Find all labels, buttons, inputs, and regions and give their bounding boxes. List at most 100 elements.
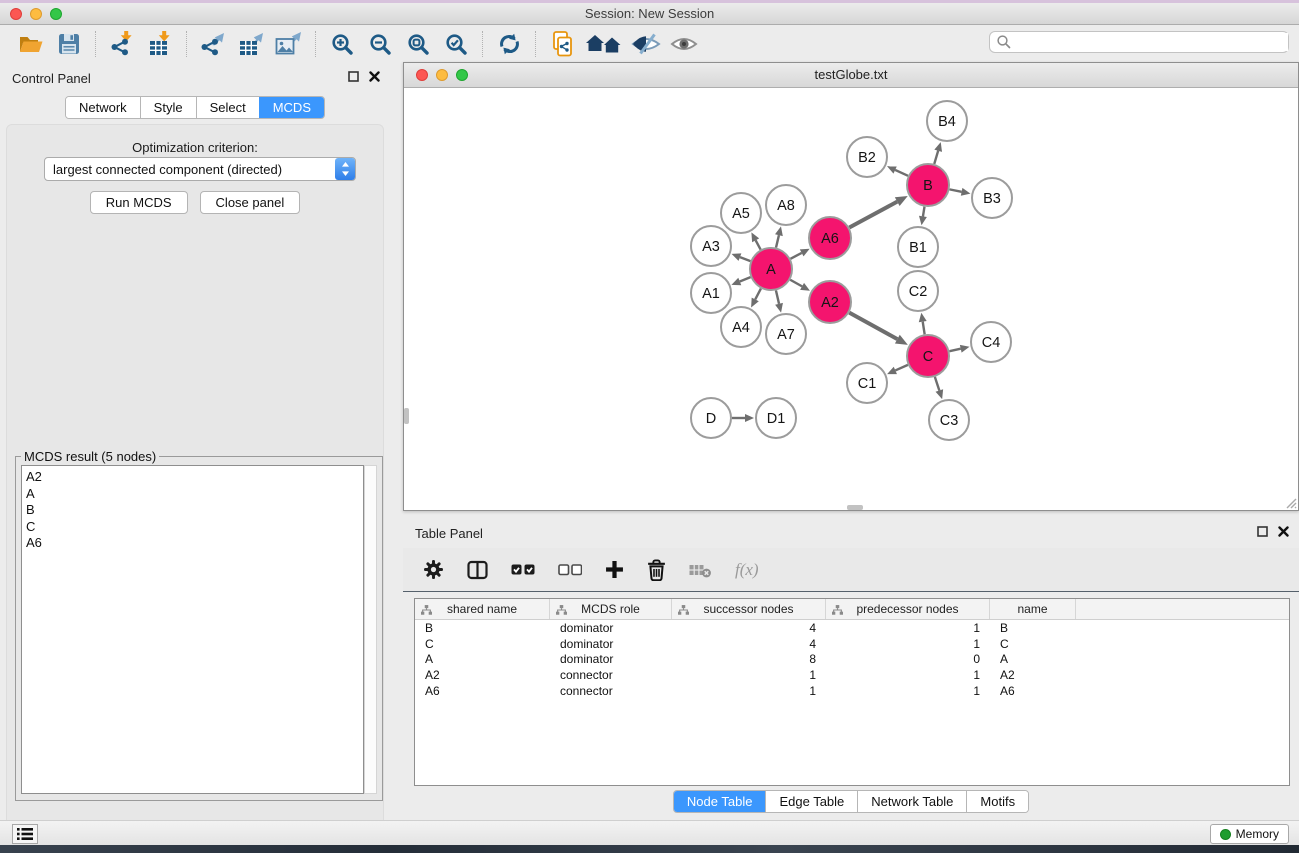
graph-node-A4[interactable]: A4 [721, 307, 761, 347]
close-panel-icon[interactable] [369, 71, 380, 82]
graph-edge-A-A8[interactable] [776, 235, 779, 247]
mcds-result-list[interactable]: A2ABCA6 [21, 465, 364, 794]
table-cell[interactable]: 1 [826, 668, 990, 682]
table-cell[interactable]: B [415, 621, 550, 635]
table-cell[interactable]: A6 [990, 684, 1076, 698]
table-cell[interactable]: dominator [550, 637, 672, 651]
table-cell[interactable]: C [990, 637, 1076, 651]
search-input[interactable] [1012, 33, 1288, 51]
tab-network[interactable]: Network [66, 97, 140, 118]
table-cell[interactable]: 1 [672, 684, 826, 698]
import-table-button[interactable] [143, 29, 177, 59]
float-panel-icon[interactable] [348, 71, 359, 82]
memory-button[interactable]: Memory [1210, 824, 1289, 844]
column-header-predecessor-nodes[interactable]: predecessor nodes [826, 599, 990, 619]
select-all-columns-button[interactable] [511, 564, 535, 576]
graph-edge-A6-B[interactable] [849, 202, 897, 228]
table-tab-motifs[interactable]: Motifs [966, 791, 1028, 812]
graph-node-D[interactable]: D [691, 398, 731, 438]
export-table-button[interactable] [234, 29, 268, 59]
graph-node-C2[interactable]: C2 [898, 271, 938, 311]
table-cell[interactable]: B [990, 621, 1076, 635]
graph-edge-B-B4[interactable] [934, 151, 938, 164]
show-all-button[interactable] [667, 29, 701, 59]
graph-node-A3[interactable]: A3 [691, 226, 731, 266]
graph-edge-C-C1[interactable] [895, 365, 908, 371]
duplicate-network-button[interactable] [545, 29, 579, 59]
table-cell[interactable]: connector [550, 668, 672, 682]
table-cell[interactable]: A [415, 652, 550, 666]
graph-node-B2[interactable]: B2 [847, 137, 887, 177]
graph-node-A2[interactable]: A2 [809, 281, 851, 323]
open-session-button[interactable] [14, 29, 48, 59]
table-tab-edge-table[interactable]: Edge Table [765, 791, 857, 812]
graph-node-A1[interactable]: A1 [691, 273, 731, 313]
graph-node-A8[interactable]: A8 [766, 185, 806, 225]
graph-edge-C-C4[interactable] [949, 349, 960, 352]
graph-edge-A-A4[interactable] [755, 289, 761, 300]
create-column-button[interactable] [605, 560, 624, 579]
table-cell[interactable]: C [415, 637, 550, 651]
tab-style[interactable]: Style [140, 97, 196, 118]
table-tab-network-table[interactable]: Network Table [857, 791, 966, 812]
tab-mcds[interactable]: MCDS [259, 97, 324, 118]
result-scrollbar[interactable] [364, 465, 377, 794]
refresh-button[interactable] [492, 29, 526, 59]
mcds-result-item[interactable]: C [26, 519, 363, 536]
network-canvas[interactable]: B4B2BB3A5A8A6A3AA1B1C2A4A7A2CC4C1C3DD1 [404, 89, 1298, 510]
graph-edge-C-C3[interactable] [935, 377, 939, 391]
table-row[interactable]: A6connector11A6 [415, 683, 1289, 699]
split-table-button[interactable] [467, 560, 488, 580]
table-cell[interactable]: dominator [550, 652, 672, 666]
table-cell[interactable]: 4 [672, 621, 826, 635]
float-panel-icon[interactable] [1257, 526, 1268, 537]
save-session-button[interactable] [52, 29, 86, 59]
run-mcds-button[interactable]: Run MCDS [90, 191, 188, 214]
resize-grip-icon[interactable] [1283, 495, 1297, 509]
graph-edge-A-A1[interactable] [740, 277, 751, 281]
export-image-button[interactable] [272, 29, 306, 59]
graph-node-A[interactable]: A [750, 248, 792, 290]
table-cell[interactable]: 1 [826, 684, 990, 698]
graph-edge-A2-C[interactable] [849, 313, 897, 339]
table-cell[interactable]: 1 [826, 621, 990, 635]
table-cell[interactable]: dominator [550, 621, 672, 635]
mcds-result-item[interactable]: A [26, 486, 363, 503]
table-row[interactable]: Adominator80A [415, 651, 1289, 667]
delete-table-button[interactable] [689, 562, 712, 578]
task-history-button[interactable] [12, 824, 38, 844]
network-window-titlebar[interactable]: testGlobe.txt [404, 63, 1298, 88]
graph-edge-A-A3[interactable] [740, 257, 751, 261]
graph-edge-C-C2[interactable] [923, 322, 925, 335]
table-cell[interactable]: 8 [672, 652, 826, 666]
graph-edge-A-A2[interactable] [790, 280, 802, 287]
criterion-dropdown[interactable]: largest connected component (directed) [44, 157, 356, 181]
graph-edge-A-A5[interactable] [756, 240, 761, 249]
table-cell[interactable]: A6 [415, 684, 550, 698]
graph-node-C1[interactable]: C1 [847, 363, 887, 403]
node-table[interactable]: shared nameMCDS rolesuccessor nodesprede… [414, 598, 1290, 786]
table-row[interactable]: Cdominator41C [415, 636, 1289, 652]
table-cell[interactable]: connector [550, 684, 672, 698]
search-box[interactable] [989, 31, 1289, 53]
table-cell[interactable]: 4 [672, 637, 826, 651]
graph-node-B[interactable]: B [907, 164, 949, 206]
graph-node-A7[interactable]: A7 [766, 314, 806, 354]
zoom-selected-button[interactable] [439, 29, 473, 59]
network-vertical-scrollbar[interactable] [404, 408, 409, 424]
close-panel-icon[interactable] [1278, 526, 1289, 537]
column-header-shared-name[interactable]: shared name [415, 599, 550, 619]
close-panel-button[interactable]: Close panel [200, 191, 301, 214]
graph-node-C3[interactable]: C3 [929, 400, 969, 440]
graph-node-A5[interactable]: A5 [721, 193, 761, 233]
column-header-mcds-role[interactable]: MCDS role [550, 599, 672, 619]
mcds-result-item[interactable]: A6 [26, 535, 363, 552]
table-cell[interactable]: A2 [415, 668, 550, 682]
table-cell[interactable]: A2 [990, 668, 1076, 682]
hide-selected-button[interactable] [629, 29, 663, 59]
graph-node-D1[interactable]: D1 [756, 398, 796, 438]
graph-edge-B-B3[interactable] [950, 189, 962, 191]
graph-node-C[interactable]: C [907, 335, 949, 377]
column-header-name[interactable]: name [990, 599, 1076, 619]
tab-select[interactable]: Select [196, 97, 259, 118]
